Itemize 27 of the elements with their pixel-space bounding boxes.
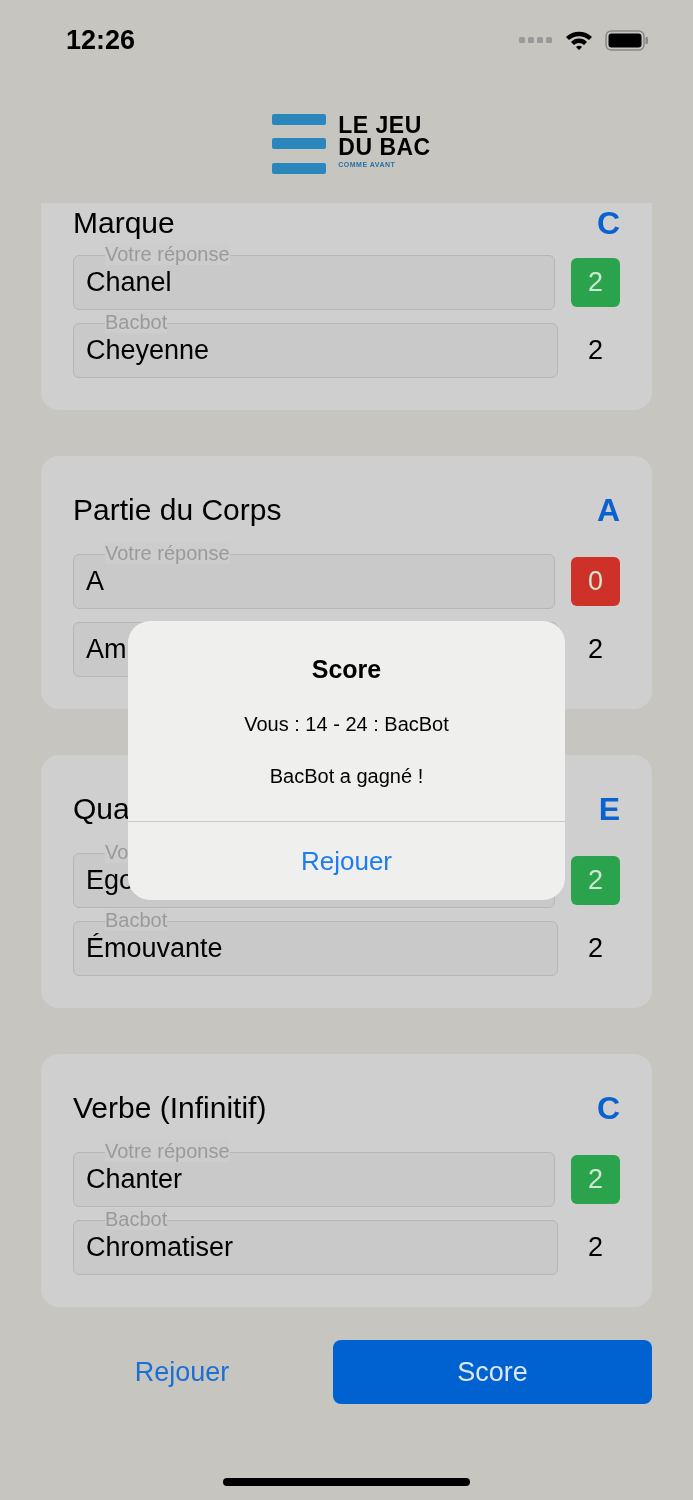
dialog-message: BacBot a gagné ! [269,764,424,789]
logo-title: LE JEU [338,113,423,136]
signal-icon [519,36,553,44]
score-value: 2 [587,334,604,367]
score-badge: 0 [571,557,620,606]
category-letter: C [596,1089,620,1127]
category-letter: A [596,491,620,529]
score-value: 2 [587,633,604,666]
score-badge: 2 [571,258,620,307]
score-badge: 2 [571,1155,620,1204]
battery-icon [605,29,649,51]
category-title: Verbe (Infinitif) [73,1091,267,1125]
logo-title: DU BAC [338,135,431,158]
dialog-message: Vous : 14 - 24 : BacBot [244,712,449,737]
score-value: 2 [587,1231,604,1264]
logo-bars-icon [272,113,327,174]
score-button[interactable]: Score [333,1340,652,1404]
score-value: 2 [587,932,604,965]
category-letter: E [598,790,620,828]
category-title: Marque [73,206,175,240]
category-letter: C [596,204,620,242]
status-time: 12:26 [66,24,136,56]
score-badge: 2 [571,856,620,905]
category-title: Qua [73,792,130,826]
dialog-title: Score [311,654,382,685]
category-title: Partie du Corps [73,493,282,527]
wifi-icon [565,29,593,51]
